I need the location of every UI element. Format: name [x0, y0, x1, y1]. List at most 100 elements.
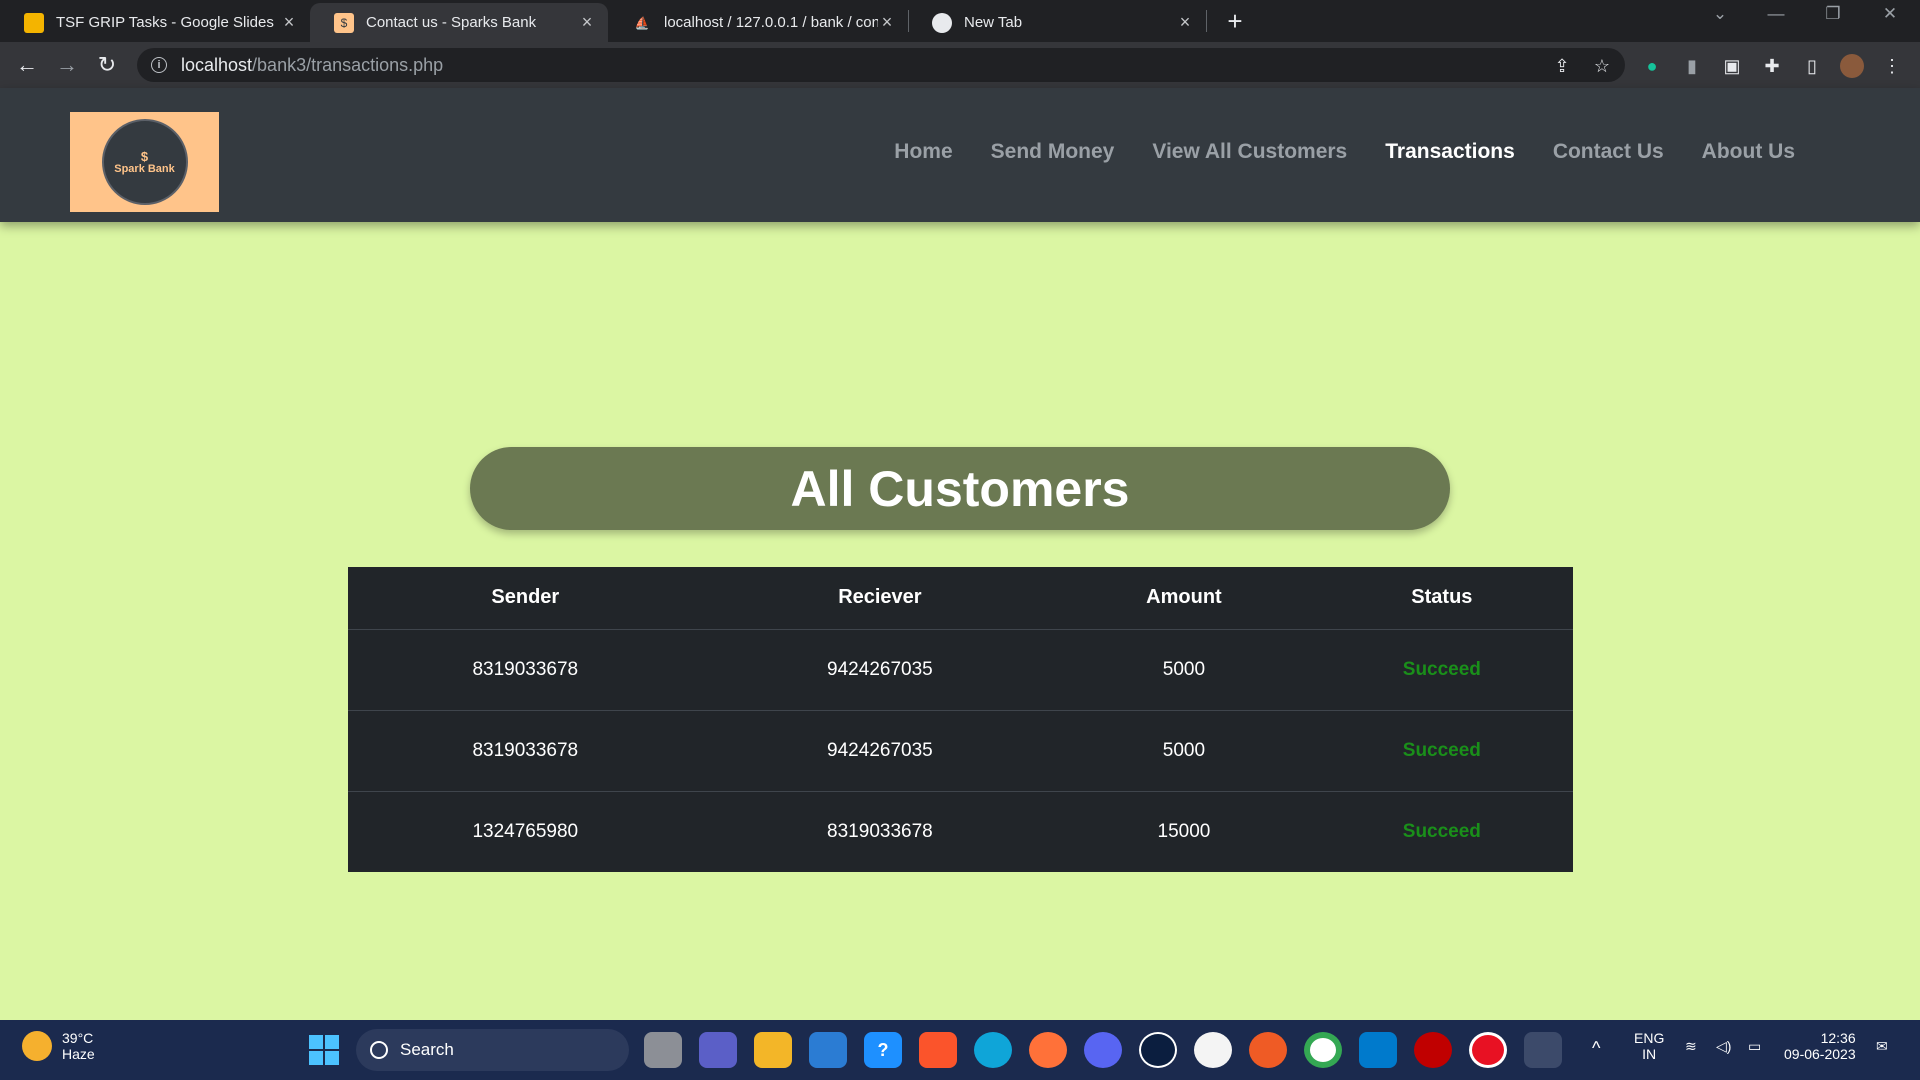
tab-search-icon[interactable]: ⌄	[1700, 4, 1740, 24]
amount-cell: 5000	[1057, 629, 1311, 711]
discord-icon[interactable]	[1084, 1032, 1122, 1068]
mongodb-compass-icon[interactable]	[1194, 1032, 1232, 1068]
site-icon: $	[334, 12, 354, 33]
close-icon[interactable]: ×	[578, 12, 596, 33]
windows-taskbar: 39°C Haze Search ? ^ ENG IN ≋ ◁) ▭ 12:36	[0, 1020, 1920, 1080]
wifi-icon[interactable]: ≋	[1685, 1038, 1697, 1055]
snipping-tool-icon[interactable]	[1524, 1032, 1562, 1068]
browser-tab-bar: TSF GRIP Tasks - Google Slides × $ Conta…	[0, 0, 1920, 42]
nav-about-us[interactable]: About Us	[1702, 140, 1795, 164]
side-panel-icon[interactable]: ▯	[1800, 54, 1824, 78]
new-tab-button[interactable]: +	[1220, 6, 1250, 36]
receiver-cell: 9424267035	[702, 710, 1058, 792]
notifications-icon[interactable]: ✉	[1876, 1038, 1888, 1055]
sender-cell: 1324765980	[472, 820, 579, 842]
page-title: All Customers	[470, 447, 1450, 530]
column-header-amount: Amount	[1057, 567, 1311, 630]
url-path: /bank3/transactions.php	[252, 54, 444, 75]
firefox-icon[interactable]	[1029, 1032, 1067, 1068]
close-icon[interactable]: ×	[878, 12, 896, 33]
back-icon[interactable]: ←	[13, 51, 41, 79]
postman-icon[interactable]	[1249, 1032, 1287, 1068]
screen-recorder-icon[interactable]	[1414, 1032, 1452, 1068]
tab-title: localhost / 127.0.0.1 / bank / con	[664, 14, 878, 31]
file-explorer-icon[interactable]	[754, 1032, 792, 1068]
grammarly-icon[interactable]: ●	[1640, 54, 1664, 78]
tab-divider	[1206, 10, 1207, 32]
bookmark-star-icon[interactable]: ☆	[1590, 54, 1614, 78]
chrome-icon	[932, 12, 952, 33]
tab-title: New Tab	[964, 14, 1023, 31]
logo-name: Spark Bank	[114, 162, 175, 175]
reload-icon[interactable]: ↻	[93, 51, 121, 79]
logo-symbol: $	[140, 148, 149, 164]
tab-contact-us[interactable]: $ Contact us - Sparks Bank ×	[310, 3, 608, 42]
nav-home[interactable]: Home	[894, 140, 952, 164]
column-header-receiver: Reciever	[702, 567, 1058, 630]
nav-transactions[interactable]: Transactions	[1385, 140, 1515, 164]
taskbar-search[interactable]: Search	[356, 1029, 629, 1071]
tab-google-slides[interactable]: TSF GRIP Tasks - Google Slides ×	[0, 3, 310, 42]
extension-icon[interactable]: ▮	[1680, 54, 1704, 78]
nav-send-money[interactable]: Send Money	[991, 140, 1115, 164]
record-icon[interactable]	[1469, 1032, 1507, 1068]
clock-time: 12:36	[1820, 1030, 1856, 1046]
language-indicator[interactable]: ENG IN	[1634, 1030, 1664, 1062]
site-navbar: $ Spark Bank Home Send Money View All Cu…	[0, 88, 1920, 222]
microsoft-store-icon[interactable]	[809, 1032, 847, 1068]
volume-icon[interactable]: ◁)	[1716, 1038, 1731, 1055]
tab-new-tab[interactable]: New Tab ×	[908, 3, 1206, 42]
table-header-row: Sender Reciever Amount Status	[348, 567, 1573, 630]
tab-phpmyadmin[interactable]: ⛵ localhost / 127.0.0.1 / bank / con ×	[608, 3, 908, 42]
status-cell: Succeed	[1310, 710, 1573, 792]
column-header-sender: Sender	[348, 567, 703, 630]
address-bar[interactable]: i localhost/bank3/transactions.php	[137, 48, 1625, 82]
column-header-status: Status	[1310, 567, 1573, 630]
close-window-icon[interactable]: ✕	[1870, 4, 1910, 24]
site-logo[interactable]: $ Spark Bank	[70, 112, 219, 212]
region-code: IN	[1642, 1046, 1657, 1062]
table-row: 8319033678 9424267035 5000 Succeed	[348, 710, 1573, 792]
table-row: 1324765980 8319033678 15000 Succeed	[348, 791, 1573, 872]
logo-badge: $ Spark Bank	[101, 119, 188, 205]
main-menu: Home Send Money View All Customers Trans…	[894, 140, 1795, 164]
brave-icon[interactable]	[919, 1032, 957, 1068]
nav-view-all-customers[interactable]: View All Customers	[1152, 140, 1347, 164]
phpmyadmin-icon: ⛵	[634, 15, 650, 30]
sender-cell: 8319033678	[348, 710, 703, 792]
tab-title: TSF GRIP Tasks - Google Slides	[56, 14, 274, 31]
windows-start-icon[interactable]	[309, 1035, 339, 1065]
chrome-taskbar-icon[interactable]	[1304, 1032, 1342, 1068]
forward-icon[interactable]: →	[53, 51, 81, 79]
minimize-icon[interactable]: —	[1756, 4, 1796, 24]
task-view-icon[interactable]	[644, 1032, 682, 1068]
puzzle-icon[interactable]: ✚	[1760, 54, 1784, 78]
temperature-text: 39°C	[62, 1030, 94, 1046]
close-icon[interactable]: ×	[280, 12, 298, 33]
restore-icon[interactable]: ❐	[1813, 4, 1853, 24]
table-row: 8319033678 9424267035 5000 Succeed	[348, 629, 1573, 711]
browser-toolbar: ← → ↻ i localhost/bank3/transactions.php…	[0, 42, 1920, 88]
share-icon[interactable]: ⇪	[1550, 54, 1574, 78]
receiver-cell: 9424267035	[702, 629, 1058, 711]
nav-contact-us[interactable]: Contact Us	[1553, 140, 1664, 164]
transactions-table: Sender Reciever Amount Status 8319033678…	[348, 567, 1573, 872]
vscode-icon[interactable]	[1359, 1032, 1397, 1068]
weather-sun-icon	[22, 1031, 52, 1061]
close-icon[interactable]: ×	[1176, 12, 1194, 33]
teamviewer-icon[interactable]	[1139, 1032, 1177, 1068]
tray-chevron-icon[interactable]: ^	[1592, 1038, 1600, 1059]
menu-icon[interactable]: ⋮	[1880, 54, 1904, 78]
edge-icon[interactable]	[974, 1032, 1012, 1068]
receiver-cell: 8319033678	[827, 820, 933, 842]
tab-title: Contact us - Sparks Bank	[366, 14, 537, 31]
weather-widget[interactable]: 39°C Haze	[22, 1030, 95, 1062]
avatar[interactable]	[1840, 54, 1864, 78]
clock[interactable]: 12:36 09-06-2023	[1784, 1030, 1856, 1062]
status-cell: Succeed	[1310, 629, 1573, 711]
extension-box-icon[interactable]: ▣	[1720, 54, 1744, 78]
get-help-icon[interactable]: ?	[864, 1032, 902, 1068]
battery-icon[interactable]: ▭	[1748, 1038, 1761, 1055]
site-info-icon[interactable]: i	[151, 57, 167, 73]
teams-chat-icon[interactable]	[699, 1032, 737, 1068]
